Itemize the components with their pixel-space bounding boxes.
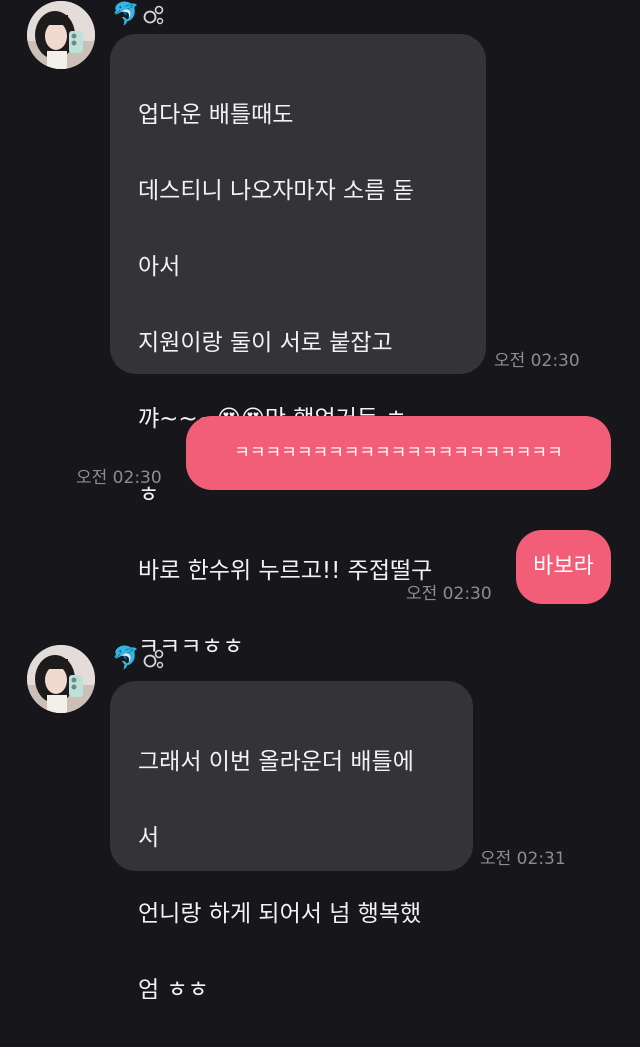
message-text: 바보라 bbox=[533, 554, 594, 579]
message-timestamp: 오전 02:30 bbox=[406, 584, 492, 604]
bubbles-icon bbox=[144, 649, 164, 669]
message-line: 아서 bbox=[138, 254, 181, 280]
message-timestamp: 오전 02:30 bbox=[76, 468, 162, 488]
dolphin-icon: 🐬 bbox=[112, 2, 140, 27]
outgoing-message-bubble[interactable]: ㅋㅋㅋㅋㅋㅋㅋㅋㅋㅋㅋㅋㅋㅋㅋㅋㅋㅋㅋㅋㅋ bbox=[186, 416, 611, 490]
message-line: 언니랑 하게 되어서 넘 행복했 bbox=[138, 901, 422, 927]
message-line: 업다운 배틀때도 bbox=[138, 102, 294, 128]
avatar[interactable] bbox=[27, 1, 95, 69]
chat-thread[interactable]: 🐬 업다운 배틀때도 데스티니 나오자마자 소름 돋 아서 지원이랑 둘이 서로… bbox=[0, 0, 640, 1003]
message-line: 데스티니 나오자마자 소름 돋 bbox=[138, 178, 414, 204]
profile-photo bbox=[27, 645, 95, 713]
message-line: 엄 ㅎㅎ bbox=[138, 977, 209, 1003]
message-timestamp: 오전 02:30 bbox=[494, 351, 580, 371]
message-timestamp: 오전 02:31 bbox=[480, 849, 566, 869]
profile-photo bbox=[27, 1, 95, 69]
incoming-message-bubble[interactable]: 업다운 배틀때도 데스티니 나오자마자 소름 돋 아서 지원이랑 둘이 서로 붙… bbox=[110, 34, 486, 660]
avatar[interactable] bbox=[27, 645, 95, 713]
message-line: ㅋㅋㅋㅎㅎ bbox=[138, 634, 244, 660]
incoming-message-bubble[interactable]: 그래서 이번 올라운더 배틀에 서 언니랑 하게 되어서 넘 행복했 엄 ㅎㅎ bbox=[110, 681, 473, 1003]
message-line: 서 bbox=[138, 825, 160, 851]
bubbles-icon bbox=[144, 5, 164, 25]
outgoing-message-bubble[interactable]: 바보라 bbox=[516, 530, 611, 604]
sender-status-row: 🐬 bbox=[112, 644, 167, 674]
dolphin-icon: 🐬 bbox=[112, 646, 140, 671]
message-line: 그래서 이번 올라운더 배틀에 bbox=[138, 749, 414, 775]
message-text: ㅋㅋㅋㅋㅋㅋㅋㅋㅋㅋㅋㅋㅋㅋㅋㅋㅋㅋㅋㅋㅋ bbox=[234, 443, 563, 463]
message-line: 지원이랑 둘이 서로 붙잡고 bbox=[138, 330, 393, 356]
sender-status-row: 🐬 bbox=[112, 0, 167, 30]
